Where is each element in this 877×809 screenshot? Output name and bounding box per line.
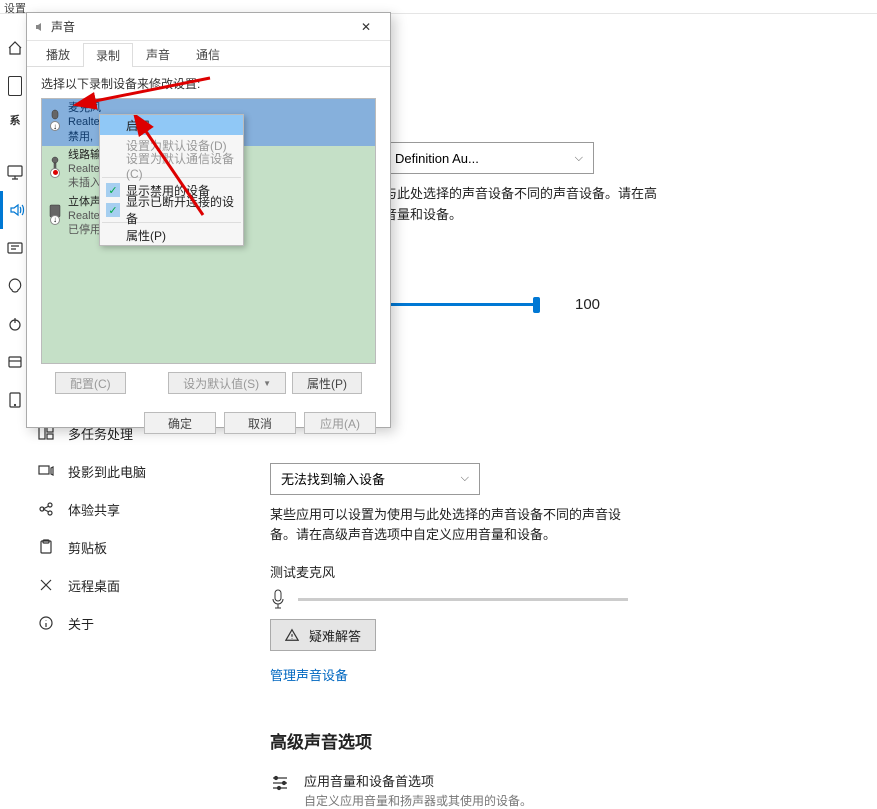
nav-remote[interactable]: 远程桌面 — [30, 566, 250, 604]
arrow-down-badge: ↓ — [50, 215, 60, 225]
nav-clipboard[interactable]: 剪贴板 — [30, 528, 250, 566]
advanced-title: 高级声音选项 — [270, 728, 877, 753]
manage-sound-link[interactable]: 管理声音设备 — [270, 665, 348, 684]
chevron-down-icon: ⌵ — [461, 472, 469, 485]
ctx-set-comm[interactable]: 设置为默认通信设备(C) — [100, 155, 243, 175]
output-device-dropdown[interactable]: Definition Au...⌵ — [384, 142, 594, 174]
cancel-button[interactable]: 取消 — [224, 412, 296, 434]
dialog-hint: 选择以下录制设备来修改设置: — [41, 75, 376, 92]
output-desc: 与此处选择的声音设备不同的声音设备。请在高音量和设备。 — [384, 184, 744, 226]
volume-value: 100 — [575, 296, 600, 313]
set-default-button[interactable]: 设为默认值(S)▼ — [168, 372, 286, 394]
tab-communications[interactable]: 通信 — [183, 42, 233, 66]
warning-icon — [285, 628, 299, 642]
ctx-enable[interactable]: 启用 — [100, 115, 243, 135]
close-button[interactable]: ✕ — [350, 20, 382, 34]
tab-recording[interactable]: 录制 — [83, 43, 133, 67]
context-menu: 启用 设置为默认设备(D) 设置为默认通信设备(C) ✓显示禁用的设备 ✓显示已… — [99, 114, 244, 246]
properties-button[interactable]: 属性(P) — [292, 372, 362, 394]
ctx-show-disconnected[interactable]: ✓显示已断开连接的设备 — [100, 200, 243, 220]
chevron-down-icon: ▼ — [263, 379, 271, 388]
nav-project[interactable]: 投影到此电脑 — [30, 452, 250, 490]
unplugged-badge — [50, 168, 60, 178]
nav-about[interactable]: 关于 — [30, 604, 250, 642]
chevron-down-icon: ⌵ — [575, 152, 583, 165]
input-device-dropdown[interactable]: 无法找到输入设备⌵ — [270, 463, 480, 495]
microphone-icon — [270, 589, 286, 609]
tab-strip: 播放 录制 声音 通信 — [27, 41, 390, 67]
check-icon: ✓ — [106, 183, 120, 197]
dialog-titlebar[interactable]: 声音 ✕ — [27, 13, 390, 41]
tab-playback[interactable]: 播放 — [33, 42, 83, 66]
tab-sounds[interactable]: 声音 — [133, 42, 183, 66]
app-volume-row[interactable]: 应用音量和设备首选项 自定义应用音量和扬声器或其使用的设备。 — [270, 771, 877, 809]
apply-button[interactable]: 应用(A) — [304, 412, 376, 434]
sliders-icon — [270, 773, 290, 793]
mic-test-label: 测试麦克风 — [270, 562, 877, 581]
mic-level-bar — [298, 598, 628, 601]
arrow-down-badge: ↓ — [50, 121, 60, 131]
troubleshoot-button[interactable]: 疑难解答 — [270, 619, 376, 651]
nav-shared[interactable]: 体验共享 — [30, 490, 250, 528]
speaker-icon — [35, 21, 47, 33]
check-icon: ✓ — [106, 203, 120, 217]
ctx-properties[interactable]: 属性(P) — [100, 225, 243, 245]
config-button[interactable]: 配置(C) — [55, 372, 126, 394]
input-desc: 某些应用可以设置为使用与此处选择的声音设备不同的声音设备。请在高级声音选项中自定… — [270, 505, 630, 547]
ok-button[interactable]: 确定 — [144, 412, 216, 434]
